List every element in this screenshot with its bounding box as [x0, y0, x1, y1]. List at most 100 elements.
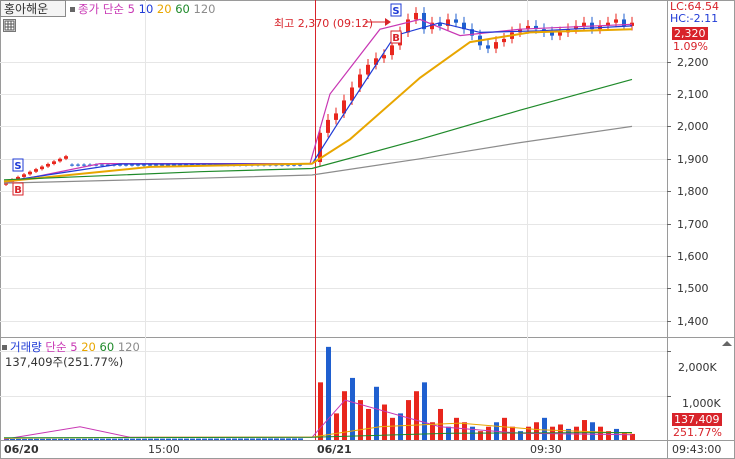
volume-bar — [326, 346, 331, 440]
volume-bar — [574, 426, 579, 440]
candle-body — [70, 164, 74, 166]
volume-bar — [268, 438, 273, 440]
candle-body — [502, 38, 506, 43]
volume-bar — [16, 438, 21, 440]
volume-bar — [10, 438, 15, 440]
volume-bar — [414, 391, 419, 440]
time-label-1500: 15:00 — [148, 443, 180, 456]
volume-bar — [202, 438, 207, 440]
volume-bar — [154, 438, 159, 440]
price-axis-label: 1,700 — [677, 217, 709, 231]
volume-bar — [52, 438, 57, 440]
legend-square-icon — [70, 7, 75, 12]
volume-bar — [298, 438, 303, 440]
stock-name-box[interactable]: 홍아해운 — [0, 0, 66, 17]
legend-ma-120[interactable]: 120 — [194, 2, 216, 16]
volume-bar — [598, 426, 603, 440]
candle-body — [390, 45, 394, 56]
price-legend: 종가 단순 5 10 20 60 120 — [70, 1, 215, 17]
volume-bar — [28, 438, 33, 440]
volume-bar — [100, 438, 105, 440]
volume-bar — [208, 438, 213, 440]
price-axis-label: 1,500 — [677, 281, 709, 295]
time-label-0930: 09:30 — [530, 443, 562, 456]
volume-badge: 137,409 — [672, 413, 722, 426]
volume-bar — [22, 438, 27, 440]
volume-bar — [40, 438, 45, 440]
volume-bar — [334, 413, 339, 440]
volume-bar — [166, 438, 171, 440]
legend-ma-5[interactable]: 5 — [128, 2, 135, 16]
stock-name: 홍아해운 — [4, 2, 49, 16]
volume-bar — [462, 422, 467, 440]
volume-bar — [582, 420, 587, 440]
volume-bar — [160, 438, 165, 440]
volume-bar — [542, 417, 547, 440]
volume-bar — [358, 400, 363, 440]
volume-bar — [558, 424, 563, 440]
sell-signal-icon: S — [392, 6, 399, 17]
volume-bar — [390, 417, 395, 440]
volume-bar — [124, 438, 129, 440]
volume-bar — [274, 438, 279, 440]
volume-bar — [34, 438, 39, 440]
price-badge: 2,320 — [672, 27, 708, 40]
candle-body — [550, 32, 554, 36]
vlegend-ma-5[interactable]: 5 — [70, 340, 77, 354]
volume-bar — [88, 438, 93, 440]
vlegend-ma-20[interactable]: 20 — [81, 340, 96, 354]
volume-bar — [454, 417, 459, 440]
price-axis-label: 1,800 — [677, 184, 709, 198]
grid-icon — [4, 20, 15, 31]
candle-body — [582, 22, 586, 26]
volume-bar — [64, 438, 69, 440]
price-axis-label: 1,400 — [677, 314, 709, 328]
volume-bar — [374, 386, 379, 440]
vol-axis-label: 2,000K — [678, 361, 717, 374]
volume-bar — [502, 417, 507, 440]
volume-bar — [94, 438, 99, 440]
candle-body — [414, 12, 418, 20]
candle-body — [142, 164, 146, 166]
volume-bar — [106, 438, 111, 440]
legend-ma-10[interactable]: 10 — [139, 2, 154, 16]
vlegend-ma-120[interactable]: 120 — [118, 340, 140, 354]
candle-body — [40, 166, 44, 170]
legend-ma-20[interactable]: 20 — [157, 2, 172, 16]
candle-body — [82, 164, 86, 166]
vlegend-ma-60[interactable]: 60 — [100, 340, 115, 354]
volume-legend: 거래량 단순 5 20 60 120 — [2, 339, 140, 355]
volume-bar — [214, 438, 219, 440]
candle-body — [64, 156, 68, 159]
volume-indicator: 단순 — [45, 340, 67, 354]
candle-body — [326, 119, 330, 133]
volume-bar — [46, 438, 51, 440]
candle-body — [148, 164, 152, 166]
volume-bar — [292, 438, 297, 440]
candle-body — [22, 174, 26, 177]
candle-body — [130, 164, 134, 166]
volume-bar — [280, 438, 285, 440]
legend-ma-60[interactable]: 60 — [175, 2, 190, 16]
candle-body — [76, 164, 80, 166]
volume-bar — [398, 413, 403, 440]
grid-view-button[interactable] — [3, 19, 16, 32]
high-arrow-icon — [385, 18, 391, 26]
time-label-0621: 06/21 — [317, 443, 352, 456]
volume-bar — [76, 438, 81, 440]
volume-bar — [534, 422, 539, 440]
volume-bar — [184, 438, 189, 440]
volume-bar — [112, 438, 117, 440]
legend-indicator: 종가 단순 — [78, 2, 124, 16]
hc-label: HC:-2.11 — [670, 12, 719, 25]
volume-bar — [250, 438, 255, 440]
time-label-0620: 06/20 — [4, 443, 39, 456]
sell-signal-icon: S — [14, 161, 21, 172]
price-axis-label: 2,100 — [677, 87, 709, 101]
volume-bar — [286, 438, 291, 440]
volume-bar — [142, 438, 147, 440]
price-axis-label: 2,000 — [677, 119, 709, 133]
volume-bar — [318, 382, 323, 440]
candle-body — [154, 164, 158, 166]
volume-bar — [58, 438, 63, 440]
